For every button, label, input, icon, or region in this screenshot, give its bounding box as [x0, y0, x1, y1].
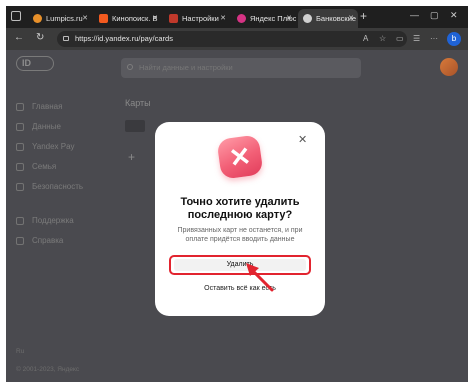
dialog-description: Привязанных карт не останется, и при опл…	[163, 226, 317, 244]
home-icon	[16, 102, 24, 111]
sidebar-item-data[interactable]: Данные	[16, 120, 61, 134]
minimize-icon[interactable]: —	[410, 10, 419, 20]
dialog-description-line: оплате придётся вводить данные	[185, 236, 295, 243]
tab-label: Кинопоиск. В	[112, 14, 158, 23]
kinopoisk-favicon-icon	[99, 14, 108, 23]
search-icon	[127, 64, 133, 70]
tab-bank-cards[interactable]: Банковские и ✕	[298, 9, 358, 28]
add-card-icon[interactable]: +	[128, 150, 135, 164]
copyright: © 2001-2023, Яндекс	[16, 366, 80, 373]
settings-favicon-icon	[169, 14, 178, 23]
search-placeholder: Найти данные и настройки	[139, 63, 233, 72]
dialog-title: Точно хотите удалить последнюю карту?	[155, 196, 325, 222]
yandex-plus-favicon-icon	[237, 14, 246, 23]
split-screen-icon[interactable]: ▭	[396, 34, 404, 43]
close-tab-icon[interactable]: ✕	[220, 14, 226, 22]
browser-window: Lumpics.ru ✕ Кинопоиск. В ✕ Настройки ✕ …	[6, 6, 468, 382]
tab-actions-icon[interactable]	[11, 11, 21, 21]
sidebar-item-security[interactable]: Безопасность	[16, 180, 83, 194]
shield-icon	[16, 182, 24, 191]
sidebar-item-support[interactable]: Поддержка	[16, 214, 74, 228]
favorite-star-icon[interactable]: ☆	[379, 34, 386, 43]
tab-kinopoisk[interactable]: Кинопоиск. В ✕	[94, 9, 162, 28]
sidebar-item-family[interactable]: Семья	[16, 160, 56, 174]
read-aloud-icon[interactable]: A	[363, 34, 368, 43]
more-menu-icon[interactable]: ···	[430, 34, 438, 43]
close-tab-icon[interactable]: ✕	[348, 14, 354, 22]
help-icon	[16, 236, 24, 245]
sidebar-item-help[interactable]: Справка	[16, 234, 63, 248]
new-tab-button[interactable]: +	[360, 9, 367, 23]
sidebar-item-label: Поддержка	[32, 216, 74, 225]
close-tab-icon[interactable]: ✕	[286, 14, 292, 22]
tab-yandex-plus[interactable]: Яндекс Плюс ✕	[232, 9, 296, 28]
sidebar-item-home[interactable]: Главная	[16, 100, 62, 114]
close-tab-icon[interactable]: ✕	[82, 14, 88, 22]
yandex-id-favicon-icon	[303, 14, 312, 23]
sidebar-item-label: Справка	[32, 236, 64, 245]
sidebar-item-label: Yandex Pay	[32, 142, 75, 151]
delete-button[interactable]: Удалить	[174, 259, 306, 271]
delete-card-dialog: ✕ ✕ Точно хотите удалить последнюю карту…	[155, 122, 325, 316]
tab-bar: Lumpics.ru ✕ Кинопоиск. В ✕ Настройки ✕ …	[6, 6, 468, 28]
family-icon	[16, 162, 24, 171]
maximize-icon[interactable]: ▢	[430, 10, 439, 21]
page-title: Карты	[125, 98, 151, 108]
lumpics-favicon-icon	[33, 14, 42, 23]
tab-settings[interactable]: Настройки ✕	[164, 9, 230, 28]
delete-x-icon: ✕	[216, 134, 264, 180]
avatar[interactable]	[440, 58, 458, 76]
address-field[interactable]: https://id.yandex.ru/pay/cards	[57, 31, 407, 47]
tab-lumpics[interactable]: Lumpics.ru ✕	[28, 9, 92, 28]
sidebar-item-label: Главная	[32, 102, 63, 111]
sidebar-item-label: Безопасность	[32, 182, 84, 191]
url-text: https://id.yandex.ru/pay/cards	[75, 34, 173, 43]
yandex-id-logo[interactable]: ID	[16, 56, 54, 71]
tab-label: Настройки	[182, 14, 219, 23]
favorites-list-icon[interactable]: ☰	[413, 34, 420, 43]
close-window-icon[interactable]: ✕	[450, 10, 458, 21]
close-icon[interactable]: ✕	[298, 135, 307, 146]
support-icon	[16, 216, 24, 225]
profile-icon[interactable]: b	[447, 32, 461, 46]
address-bar-row: ← ↻ https://id.yandex.ru/pay/cards A ☆ ▭…	[6, 28, 468, 50]
dialog-description-line: Привязанных карт не останется, и при	[177, 227, 303, 234]
tab-label: Lumpics.ru	[46, 14, 83, 23]
language-switch[interactable]: Ru	[16, 348, 24, 355]
sidebar-item-label: Данные	[32, 122, 61, 131]
close-tab-icon[interactable]: ✕	[152, 14, 158, 22]
card-icon	[16, 142, 24, 151]
back-arrow-icon[interactable]: ←	[14, 33, 24, 43]
delete-button-highlight: Удалить	[169, 255, 311, 275]
sidebar-item-label: Семья	[32, 162, 57, 171]
logo-text: ID	[22, 58, 31, 68]
dialog-title-line: Точно хотите удалить	[180, 196, 300, 208]
dialog-title-line: последнюю карту?	[187, 209, 293, 221]
keep-button[interactable]: Оставить всё как есть	[155, 285, 325, 292]
sidebar-item-yandex-pay[interactable]: Yandex Pay	[16, 140, 75, 154]
data-icon	[16, 122, 24, 131]
bank-card-thumbnail[interactable]	[125, 120, 145, 132]
search-input[interactable]: Найти данные и настройки	[121, 58, 361, 78]
lock-icon	[63, 36, 69, 41]
reload-icon[interactable]: ↻	[36, 33, 44, 43]
